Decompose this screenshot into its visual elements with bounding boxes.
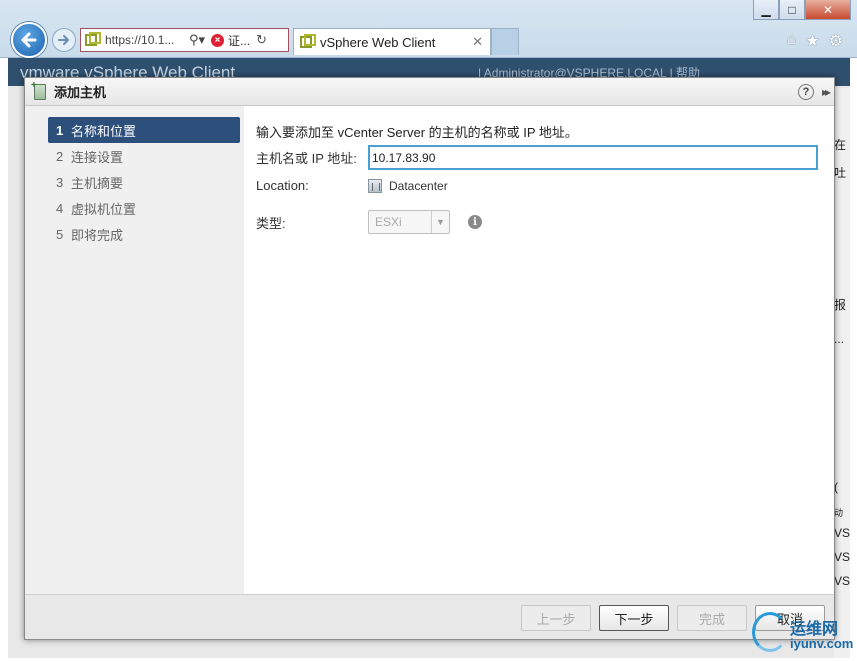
close-window-button[interactable]: ✕	[805, 0, 851, 20]
forward-button[interactable]	[52, 28, 76, 52]
dialog-title-bar[interactable]: 添加主机 ? ▸▸	[25, 78, 834, 106]
datacenter-icon	[368, 178, 382, 193]
wizard-content: 输入要添加至 vCenter Server 的主机的名称或 IP 地址。 主机名…	[244, 106, 834, 594]
star-icon[interactable]: ★	[805, 31, 819, 51]
step-label: 主机摘要	[71, 175, 124, 191]
arrow-left-icon	[21, 32, 37, 48]
step-host-summary[interactable]: 3 主机摘要	[48, 169, 240, 195]
new-tab-button[interactable]	[491, 28, 519, 55]
address-bar[interactable]: https://10.1... ⚲▾ × 证... ↻	[80, 28, 289, 52]
edge-text: VS	[834, 574, 851, 588]
browser-tools: ⌂ ★ ⚙	[787, 31, 843, 51]
certificate-error-icon[interactable]: ×	[211, 33, 225, 47]
background-edge: 在 吐 报 ... ( 动 VS VS VS	[834, 88, 850, 658]
arrow-right-icon	[58, 35, 69, 45]
add-host-icon	[31, 80, 46, 100]
step-label: 即将完成	[71, 227, 124, 243]
step-number: 5	[56, 226, 64, 242]
type-select: ESXi ▼	[368, 210, 450, 234]
step-number: 1	[56, 122, 64, 138]
vsphere-favicon-icon	[85, 32, 101, 46]
step-label: 虚拟机位置	[71, 201, 137, 217]
edge-text: 动	[834, 508, 844, 518]
tab-title: vSphere Web Client	[320, 34, 436, 50]
host-name-input[interactable]	[368, 145, 818, 170]
dialog-title: 添加主机	[54, 85, 107, 100]
add-host-dialog: 添加主机 ? ▸▸ 1 名称和位置 2 连接设置 3 主机摘要 4 虚拟机位置 …	[24, 77, 835, 640]
type-label: 类型:	[256, 215, 286, 231]
address-url[interactable]: https://10.1...	[105, 33, 185, 47]
step-vm-location[interactable]: 4 虚拟机位置	[48, 195, 240, 221]
next-button[interactable]: 下一步	[599, 605, 669, 631]
step-number: 2	[56, 148, 64, 164]
help-icon[interactable]: ?	[797, 83, 814, 100]
type-row: 类型: ESXi ▼ i	[256, 210, 482, 234]
minimize-button[interactable]: ▁	[753, 0, 779, 20]
edge-text: 吐	[834, 166, 847, 180]
intro-text: 输入要添加至 vCenter Server 的主机的名称或 IP 地址。	[256, 125, 578, 140]
host-row: 主机名或 IP 地址:	[256, 145, 818, 170]
home-icon[interactable]: ⌂	[787, 31, 797, 51]
tab-vsphere[interactable]: vSphere Web Client ✕	[293, 28, 491, 55]
location-label: Location:	[256, 178, 309, 193]
step-name-location[interactable]: 1 名称和位置	[48, 117, 240, 143]
search-icon[interactable]: ⚲▾	[189, 32, 205, 48]
edge-text: VS	[834, 550, 851, 564]
edge-text: 在	[834, 138, 847, 152]
expand-icon[interactable]: ▸▸	[822, 85, 831, 99]
finish-button[interactable]: 完成	[677, 605, 747, 631]
type-value: ESXi	[375, 215, 402, 229]
info-icon[interactable]: i	[468, 215, 482, 229]
close-tab-icon[interactable]: ✕	[472, 34, 483, 50]
gear-icon[interactable]: ⚙	[829, 31, 843, 51]
edge-text: 报	[834, 298, 847, 312]
step-ready-to-complete[interactable]: 5 即将完成	[48, 221, 240, 247]
back-button[interactable]: 上一步	[521, 605, 591, 631]
watermark-swirl-icon	[752, 612, 788, 652]
step-connection-settings[interactable]: 2 连接设置	[48, 143, 240, 169]
vsphere-favicon-icon	[300, 34, 316, 48]
dialog-footer: 上一步 下一步 完成 取消	[25, 594, 834, 639]
step-label: 名称和位置	[71, 123, 137, 139]
watermark-logo: 运维网 iyunv.com	[752, 612, 854, 658]
wizard-steps: 1 名称和位置 2 连接设置 3 主机摘要 4 虚拟机位置 5 即将完成	[25, 106, 244, 594]
location-value: Datacenter	[389, 178, 448, 193]
host-label: 主机名或 IP 地址:	[256, 151, 357, 166]
certificate-error-label[interactable]: 证...	[228, 32, 250, 49]
maximize-button[interactable]: □	[779, 0, 805, 20]
refresh-icon[interactable]: ↻	[256, 32, 267, 48]
step-label: 连接设置	[71, 149, 124, 165]
window-controls: ▁ □ ✕	[753, 0, 851, 20]
step-number: 4	[56, 200, 64, 216]
chevron-down-icon: ▼	[431, 211, 449, 233]
edge-text: VS	[834, 526, 851, 540]
browser-chrome: https://10.1... ⚲▾ × 证... ↻ vSphere Web …	[0, 0, 857, 58]
watermark-url: iyunv.com	[790, 636, 854, 651]
back-button[interactable]	[11, 22, 47, 58]
step-number: 3	[56, 174, 64, 190]
location-row: Location: Datacenter	[256, 178, 448, 193]
edge-text: ...	[834, 332, 845, 346]
